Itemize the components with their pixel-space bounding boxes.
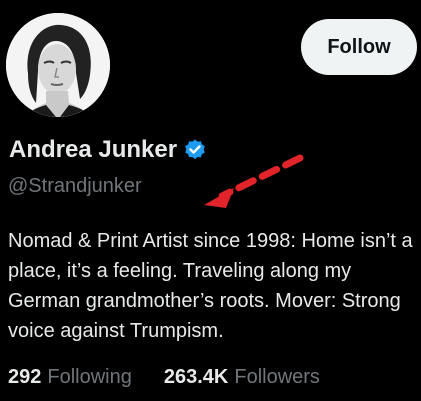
profile-bio: Nomad & Print Artist since 1998: Home is… [8,230,413,342]
following-stat[interactable]: 292 Following [8,366,132,389]
annotation-arrow-icon [204,154,304,208]
follow-stats: 292 Following 263.4K Followers [8,366,320,389]
following-label: Following [47,366,132,388]
follow-button[interactable]: Follow [301,19,417,75]
followers-stat[interactable]: 263.4K Followers [164,366,320,389]
username-handle: @Strandjunker [8,175,142,197]
avatar[interactable] [6,13,110,117]
name-row: Andrea Junker [9,136,207,164]
followers-count: 263.4K [163,366,229,388]
following-count: 292 [8,366,42,388]
followers-label: Followers [234,366,320,388]
profile-photo [6,13,110,117]
display-name: Andrea Junker [9,136,178,163]
